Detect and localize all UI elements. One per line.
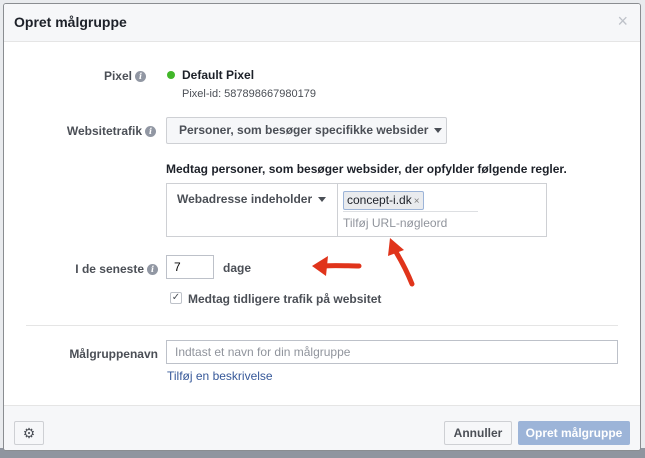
url-keyword-token: concept-i.dk × (343, 191, 424, 210)
audience-name-input[interactable] (166, 340, 618, 364)
pixel-id: Pixel-id: 587898667980179 (182, 88, 316, 100)
close-icon[interactable]: × (617, 12, 628, 30)
info-icon[interactable]: i (145, 126, 156, 138)
rule-box: Webadresse indeholder concept-i.dk × (166, 183, 547, 237)
pixel-label-row: Pixel i (64, 69, 146, 83)
section-divider (26, 325, 618, 326)
period-label-row: I de seneste i (44, 262, 158, 276)
annotation-arrow-left (312, 256, 362, 276)
cancel-button[interactable]: Annuller (444, 421, 512, 445)
include-past-traffic-label[interactable]: Medtag tidligere trafik på websitet (188, 292, 381, 306)
rule-condition-label: Webadresse indeholder (177, 192, 313, 206)
token-divider (343, 211, 478, 212)
info-icon[interactable]: i (147, 264, 158, 276)
remove-token-icon[interactable]: × (414, 196, 420, 207)
dialog-header: Opret målgruppe × (4, 4, 640, 42)
chevron-down-icon (434, 128, 443, 134)
days-input[interactable] (166, 255, 214, 279)
url-keyword-token-text: concept-i.dk (347, 193, 412, 207)
include-past-traffic-checkbox[interactable]: ✓ (170, 292, 182, 304)
create-audience-button[interactable]: Opret målgruppe (518, 421, 630, 445)
pixel-name: Default Pixel (182, 68, 255, 82)
pixel-label: Pixel (103, 69, 132, 83)
chevron-down-icon (318, 197, 327, 203)
settings-button[interactable]: ⚙ (14, 421, 44, 445)
days-unit: dage (223, 261, 252, 275)
dialog-footer: ⚙ Annuller Opret målgruppe (4, 405, 640, 450)
rules-title: Medtag personer, som besøger websider, d… (166, 162, 567, 176)
pixel-status-dot (167, 71, 175, 79)
rule-condition-dropdown[interactable]: Webadresse indeholder (167, 184, 338, 236)
dialog-title: Opret målgruppe (14, 14, 127, 30)
period-label: I de seneste (75, 262, 144, 276)
gear-icon: ⚙ (22, 425, 36, 441)
traffic-dropdown-value: Personer, som besøger specifikke webside… (179, 123, 429, 137)
annotation-arrow-up (388, 238, 415, 287)
audience-name-label: Målgruppenavn (69, 347, 158, 361)
create-audience-dialog: Opret målgruppe × Pixel i Default Pixel P… (3, 3, 641, 451)
traffic-label: Websitetrafik (66, 124, 142, 138)
url-keyword-input[interactable] (343, 216, 523, 230)
traffic-dropdown[interactable]: Personer, som besøger specifikke webside… (166, 117, 447, 144)
traffic-label-row: Websitetrafik i (44, 124, 156, 138)
info-icon[interactable]: i (135, 71, 146, 83)
add-description-link[interactable]: Tilføj en beskrivelse (167, 369, 273, 383)
